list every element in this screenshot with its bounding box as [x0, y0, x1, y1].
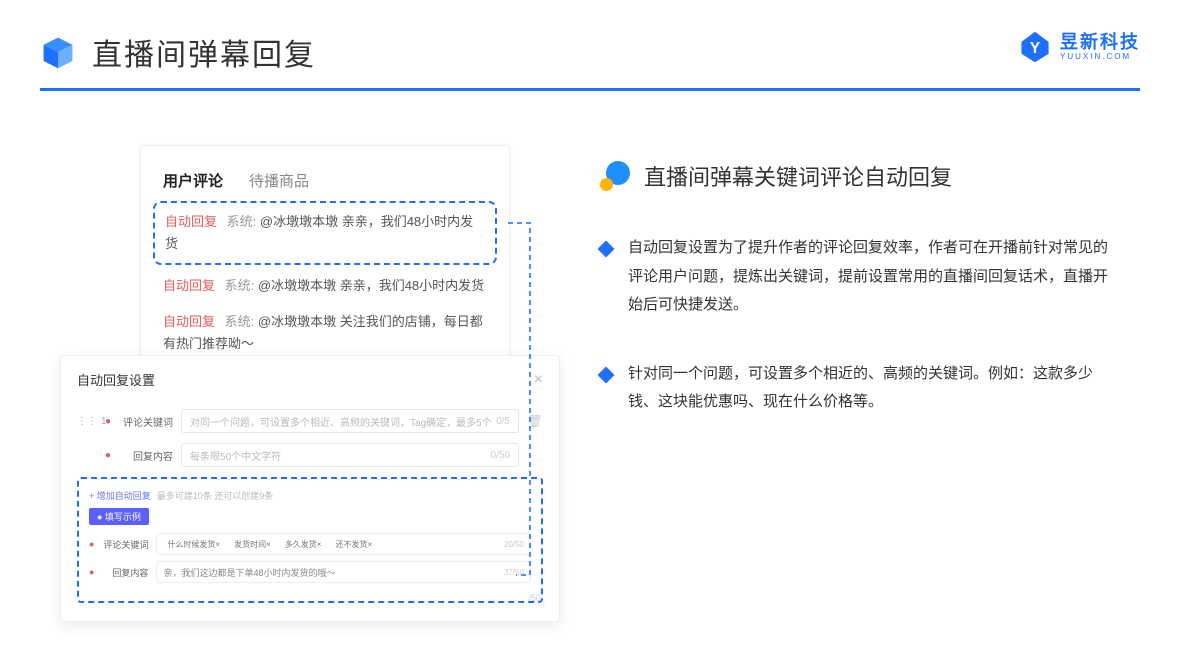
tab-pending-goods[interactable]: 待播商品	[249, 170, 309, 191]
brand-name-cn: 昱新科技	[1060, 33, 1140, 51]
svg-text:Y: Y	[1030, 40, 1040, 57]
ex-kw-label: 评论关键词	[102, 538, 148, 551]
reply-count: 0/50	[491, 450, 510, 461]
section-title: 直播间弹幕关键词评论自动回复	[644, 160, 952, 192]
comments-card: 用户评论 待播商品 自动回复 系统: @冰墩墩本墩 亲亲，我们48小时内发货 自…	[140, 145, 510, 380]
add-hint: 最多可建10条 还可以创建9条	[157, 489, 274, 502]
cube-icon	[40, 34, 76, 70]
bullet-text: 针对同一个问题，可设置多个相近的、高频的关键词。例如：这款多少钱、这块能优惠吗、…	[628, 360, 1120, 417]
row-index: ⋮⋮ 1	[77, 416, 97, 427]
bubble-icon	[600, 161, 630, 191]
auto-reply-tag: 自动回复	[163, 314, 215, 329]
close-icon[interactable]: ×	[534, 371, 543, 389]
reply-input[interactable]: 每条限50个中文字符 0/50	[181, 443, 519, 467]
reply-placeholder: 每条限50个中文字符	[190, 448, 281, 463]
bullet-item: 自动回复设置为了提升作者的评论回复效率，作者可在开播前针对常见的评论用户问题，提…	[600, 234, 1120, 320]
comments-tabs: 用户评论 待播商品	[163, 170, 487, 191]
kw-chip: 什么时候发货×	[163, 538, 224, 551]
example-block: + 增加自动回复 最多可建10条 还可以创建9条 ● 填写示例 ● 评论关键词 …	[77, 477, 543, 603]
kw-chip: 多久发货×	[281, 538, 326, 551]
comment-row: 自动回复 系统: @冰墩墩本墩 亲亲，我们48小时内发货	[163, 275, 487, 297]
system-tag: 系统:	[225, 314, 255, 329]
left-illustration: 用户评论 待播商品 自动回复 系统: @冰墩墩本墩 亲亲，我们48小时内发货 自…	[60, 145, 570, 625]
required-dot: ●	[105, 450, 111, 461]
highlighted-comment: 自动回复 系统: @冰墩墩本墩 亲亲，我们48小时内发货	[153, 201, 497, 265]
bullet-text: 自动回复设置为了提升作者的评论回复效率，作者可在开播前针对常见的评论用户问题，提…	[628, 234, 1120, 320]
ex-reply-label: 回复内容	[102, 566, 148, 579]
add-auto-reply-link[interactable]: + 增加自动回复	[89, 489, 151, 502]
system-tag: 系统:	[227, 214, 257, 229]
example-pill: ● 填写示例	[89, 508, 149, 525]
brand-block: Y 昱新科技 YUUXIN.COM	[1018, 30, 1140, 64]
comment-row: 自动回复 系统: @冰墩墩本墩 关注我们的店铺，每日都有热门推荐呦～	[163, 311, 487, 355]
keyword-placeholder: 对同一个问题，可设置多个相近、高频的关键词，Tag确定，最多5个	[190, 414, 492, 429]
brand-name-en: YUUXIN.COM	[1060, 53, 1140, 61]
ex-reply-box[interactable]: 亲，我们这边都是下单48小时内发货的哦～ 37/50	[156, 561, 531, 583]
reply-row: ● 回复内容 每条限50个中文字符 0/50	[77, 443, 543, 467]
kw-chip: 还不发货×	[331, 538, 376, 551]
example-reply-row: ● 回复内容 亲，我们这边都是下单48小时内发货的哦～ 37/50	[89, 561, 531, 583]
keyword-count: 0/5	[496, 416, 510, 427]
keyword-label: 评论关键词	[119, 414, 173, 429]
reply-label: 回复内容	[119, 448, 173, 463]
settings-card: 自动回复设置 × ⋮⋮ 1 ● 评论关键词 对同一个问题，可设置多个相近、高频的…	[60, 355, 560, 622]
page-header: 直播间弹幕回复	[0, 0, 1180, 74]
right-column: 直播间弹幕关键词评论自动回复 自动回复设置为了提升作者的评论回复效率，作者可在开…	[600, 160, 1120, 457]
ex-kw-box[interactable]: 什么时候发货× 发货时间× 多久发货× 还不发货× 20/50	[156, 533, 531, 555]
tab-user-comments[interactable]: 用户评论	[163, 170, 223, 191]
ex-kw-count: 20/50	[504, 540, 524, 549]
ex-reply-count: 37/50	[504, 568, 524, 577]
bottom-count: /50	[528, 593, 541, 603]
system-tag: 系统:	[225, 278, 255, 293]
required-dot: ●	[105, 416, 111, 427]
comment-text: @冰墩墩本墩 亲亲，我们48小时内发货	[258, 278, 484, 293]
example-keywords-row: ● 评论关键词 什么时候发货× 发货时间× 多久发货× 还不发货× 20/50	[89, 533, 531, 555]
diamond-bullet-icon	[598, 366, 615, 383]
diamond-bullet-icon	[598, 241, 615, 258]
keyword-input[interactable]: 对同一个问题，可设置多个相近、高频的关键词，Tag确定，最多5个 0/5	[181, 409, 519, 433]
header-divider	[40, 88, 1140, 91]
keyword-row: ⋮⋮ 1 ● 评论关键词 对同一个问题，可设置多个相近、高频的关键词，Tag确定…	[77, 409, 543, 433]
brand-logo-icon: Y	[1018, 30, 1052, 64]
kw-chip: 发货时间×	[230, 538, 275, 551]
settings-title: 自动回复设置	[77, 370, 155, 389]
auto-reply-tag: 自动回复	[163, 278, 215, 293]
ex-reply-text: 亲，我们这边都是下单48小时内发货的哦～	[163, 566, 335, 579]
auto-reply-tag: 自动回复	[165, 214, 217, 229]
delete-icon[interactable]: 🗑	[527, 414, 543, 428]
page-title: 直播间弹幕回复	[92, 30, 316, 74]
section-heading: 直播间弹幕关键词评论自动回复	[600, 160, 1120, 192]
bullet-item: 针对同一个问题，可设置多个相近的、高频的关键词。例如：这款多少钱、这块能优惠吗、…	[600, 360, 1120, 417]
